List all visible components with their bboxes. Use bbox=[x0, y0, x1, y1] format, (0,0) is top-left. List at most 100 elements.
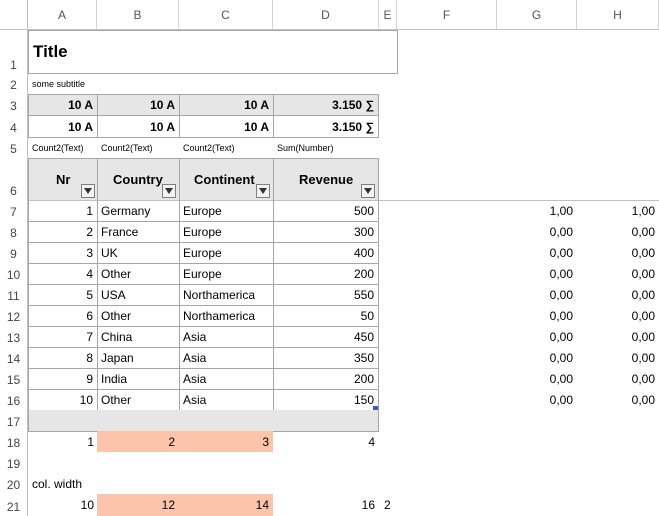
side-value-cell[interactable]: 0,00 bbox=[577, 305, 659, 326]
aggregate-label[interactable]: Count2(Text) bbox=[28, 137, 98, 158]
table-cell[interactable]: 500 bbox=[273, 200, 379, 222]
table-cell[interactable]: Northamerica bbox=[179, 284, 274, 306]
row-header[interactable]: 2 bbox=[0, 74, 28, 94]
column-header-a[interactable]: A bbox=[28, 0, 97, 30]
side-value-cell[interactable]: 0,00 bbox=[497, 242, 577, 263]
side-value-cell[interactable]: 0,00 bbox=[577, 284, 659, 305]
table-cell[interactable]: 6 bbox=[28, 305, 98, 327]
table-cell[interactable]: UK bbox=[97, 242, 180, 264]
row-header[interactable]: 7 bbox=[0, 200, 28, 221]
subtitle-cell[interactable]: some subtitle bbox=[28, 74, 228, 94]
table-cell[interactable]: 4 bbox=[28, 263, 98, 285]
summary-cell[interactable]: 10 A bbox=[179, 94, 274, 116]
table-cell[interactable]: China bbox=[97, 326, 180, 348]
table-header-continent[interactable]: Continent bbox=[179, 158, 274, 201]
table-cell[interactable]: India bbox=[97, 368, 180, 390]
table-cell[interactable]: 150 bbox=[273, 389, 379, 411]
sheet-title[interactable]: Title bbox=[28, 30, 398, 74]
row-header[interactable]: 21 bbox=[0, 494, 28, 516]
filter-dropdown-button[interactable] bbox=[256, 184, 270, 198]
table-cell[interactable]: 50 bbox=[273, 305, 379, 327]
table-cell[interactable]: 3 bbox=[28, 242, 98, 264]
col-width-cell[interactable]: 14 bbox=[179, 494, 273, 516]
table-cell[interactable]: Other bbox=[97, 263, 180, 285]
table-cell[interactable]: Asia bbox=[179, 368, 274, 390]
table-resize-handle[interactable] bbox=[373, 406, 378, 410]
column-index-cell[interactable]: 4 bbox=[273, 431, 379, 452]
table-cell[interactable]: Europe bbox=[179, 221, 274, 243]
table-cell[interactable]: Northamerica bbox=[179, 305, 274, 327]
table-cell[interactable]: 1 bbox=[28, 200, 98, 222]
column-index-cell[interactable]: 2 bbox=[97, 431, 179, 452]
side-value-cell[interactable]: 0,00 bbox=[497, 263, 577, 284]
side-value-cell[interactable]: 0,00 bbox=[497, 284, 577, 305]
filter-dropdown-button[interactable] bbox=[81, 184, 95, 198]
table-cell[interactable]: Asia bbox=[179, 326, 274, 348]
col-width-cell[interactable]: 16 bbox=[273, 494, 379, 516]
summary-cell[interactable]: 3.150 ∑ bbox=[273, 115, 379, 138]
side-value-cell[interactable]: 0,00 bbox=[497, 305, 577, 326]
total-row-cell[interactable] bbox=[273, 410, 379, 432]
column-header-f[interactable]: F bbox=[397, 0, 497, 30]
row-header[interactable]: 5 bbox=[0, 137, 28, 158]
table-cell[interactable]: 550 bbox=[273, 284, 379, 306]
table-cell[interactable]: 350 bbox=[273, 347, 379, 369]
filter-dropdown-button[interactable] bbox=[162, 184, 176, 198]
row-header[interactable]: 8 bbox=[0, 221, 28, 242]
row-header[interactable]: 16 bbox=[0, 389, 28, 410]
table-header-nr[interactable]: Nr bbox=[28, 158, 98, 201]
summary-cell[interactable]: 3.150 ∑ bbox=[273, 94, 379, 116]
table-cell[interactable]: France bbox=[97, 221, 180, 243]
side-value-cell[interactable]: 0,00 bbox=[497, 368, 577, 389]
table-cell[interactable]: Germany bbox=[97, 200, 180, 222]
row-header[interactable]: 6 bbox=[0, 158, 28, 200]
column-header-g[interactable]: G bbox=[497, 0, 577, 30]
table-cell[interactable]: 7 bbox=[28, 326, 98, 348]
side-value-cell[interactable]: 1,00 bbox=[577, 200, 659, 221]
table-cell[interactable]: Other bbox=[97, 305, 180, 327]
aggregate-label[interactable]: Count2(Text) bbox=[179, 137, 273, 158]
table-cell[interactable]: 8 bbox=[28, 347, 98, 369]
column-header-h[interactable]: H bbox=[577, 0, 659, 30]
summary-cell[interactable]: 10 A bbox=[179, 115, 274, 138]
table-cell[interactable]: Europe bbox=[179, 200, 274, 222]
row-header[interactable]: 9 bbox=[0, 242, 28, 263]
total-row-cell[interactable] bbox=[28, 410, 98, 432]
filter-dropdown-button[interactable] bbox=[361, 184, 375, 198]
side-value-cell[interactable]: 0,00 bbox=[577, 242, 659, 263]
table-cell[interactable]: Asia bbox=[179, 347, 274, 369]
table-cell[interactable]: 200 bbox=[273, 368, 379, 390]
row-header[interactable]: 10 bbox=[0, 263, 28, 284]
table-cell[interactable]: Europe bbox=[179, 242, 274, 264]
column-header-e[interactable]: E bbox=[379, 0, 397, 30]
row-header[interactable]: 13 bbox=[0, 326, 28, 347]
table-cell[interactable]: Asia bbox=[179, 389, 274, 411]
summary-cell[interactable]: 10 A bbox=[97, 94, 180, 116]
table-cell[interactable]: 400 bbox=[273, 242, 379, 264]
table-header-revenue[interactable]: Revenue bbox=[273, 158, 379, 201]
side-value-cell[interactable]: 0,00 bbox=[497, 389, 577, 410]
row-header[interactable]: 18 bbox=[0, 431, 28, 452]
table-cell[interactable]: Other bbox=[97, 389, 180, 411]
select-all-corner[interactable] bbox=[0, 0, 28, 30]
table-cell[interactable]: 9 bbox=[28, 368, 98, 390]
side-value-cell[interactable]: 0,00 bbox=[497, 347, 577, 368]
side-value-cell[interactable]: 0,00 bbox=[577, 326, 659, 347]
table-cell[interactable]: 450 bbox=[273, 326, 379, 348]
summary-cell[interactable]: 10 A bbox=[97, 115, 180, 138]
table-cell[interactable]: 200 bbox=[273, 263, 379, 285]
row-header[interactable]: 11 bbox=[0, 284, 28, 305]
total-row-cell[interactable] bbox=[97, 410, 180, 432]
side-value-cell[interactable]: 0,00 bbox=[577, 368, 659, 389]
row-header[interactable]: 15 bbox=[0, 368, 28, 389]
total-row-cell[interactable] bbox=[179, 410, 274, 432]
col-width-cell[interactable]: 10 bbox=[28, 494, 98, 516]
summary-cell[interactable]: 10 A bbox=[28, 94, 98, 116]
table-cell[interactable]: 300 bbox=[273, 221, 379, 243]
row-header[interactable]: 17 bbox=[0, 410, 28, 431]
aggregate-label[interactable]: Count2(Text) bbox=[97, 137, 179, 158]
table-cell[interactable]: USA bbox=[97, 284, 180, 306]
side-value-cell[interactable]: 0,00 bbox=[577, 221, 659, 242]
summary-cell[interactable]: 10 A bbox=[28, 115, 98, 138]
column-header-d[interactable]: D bbox=[273, 0, 379, 30]
